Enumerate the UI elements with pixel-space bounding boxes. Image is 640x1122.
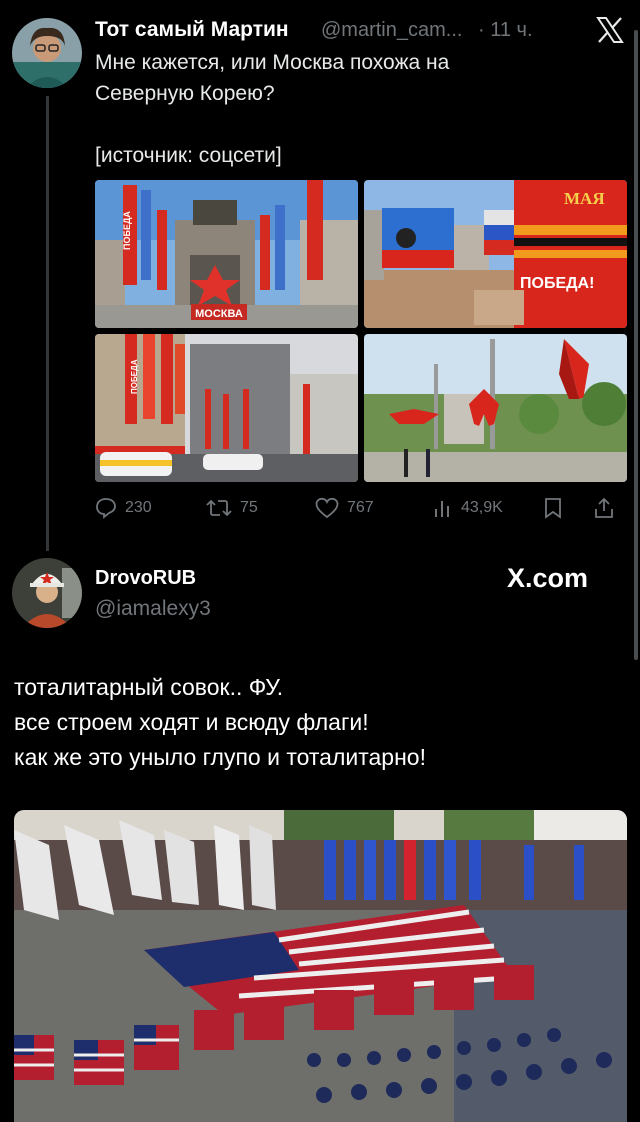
- x-logo-icon: [596, 17, 624, 48]
- author-handle[interactable]: @martin_cam...: [321, 19, 462, 42]
- photo-1-sign-bottom: МОСКВА: [195, 308, 243, 320]
- like-count: 767: [347, 499, 374, 516]
- photo-1-sign-top: ПОБЕДА: [122, 211, 132, 250]
- scrollbar[interactable]: [634, 30, 638, 660]
- post-time[interactable]: · 11 ч.: [478, 19, 533, 42]
- views-count: 43,9K: [461, 499, 503, 516]
- reply-author-handle[interactable]: @iamalexy3: [95, 597, 211, 621]
- share-icon: [595, 497, 613, 518]
- avatar[interactable]: [12, 18, 82, 88]
- photo-4[interactable]: [364, 334, 627, 482]
- retweet-button[interactable]: 75: [206, 497, 315, 519]
- reply-text: тоталитарный совок.. ФУ. все строем ходя…: [14, 674, 426, 770]
- photo-2[interactable]: МАЯ ПОБЕДА!: [364, 180, 627, 328]
- share-button[interactable]: [593, 497, 623, 519]
- photo-1[interactable]: ПОБЕДА МОСКВА: [95, 180, 358, 328]
- reply-icon: [96, 498, 116, 519]
- photo-2-sign-bottom: ПОБЕДА!: [520, 275, 594, 292]
- like-button[interactable]: 767: [315, 497, 433, 519]
- tweet-text: Мне кажется, или Москва похожа на Северн…: [95, 51, 450, 167]
- reply-author-name[interactable]: DrovoRUB: [95, 567, 196, 590]
- retweet-count: 75: [240, 499, 258, 516]
- thread-line: [46, 96, 49, 551]
- parade-photo[interactable]: [14, 810, 627, 1122]
- like-icon: [315, 497, 339, 519]
- views-icon: [435, 501, 449, 517]
- photo-2-sign-top: МАЯ: [564, 189, 605, 208]
- photo-3[interactable]: ПОБЕДА: [95, 334, 358, 482]
- reply-button[interactable]: 230: [95, 497, 206, 519]
- photo-3-sign: ПОБЕДА: [130, 359, 139, 394]
- xcom-brand: X.com: [507, 563, 588, 594]
- author-name[interactable]: Тот самый Мартин: [95, 18, 289, 42]
- retweet-icon: [206, 499, 232, 517]
- bookmark-icon: [545, 498, 561, 519]
- bookmark-button[interactable]: [543, 497, 593, 519]
- xcom-brand-text: X.com: [507, 563, 589, 593]
- reply-avatar[interactable]: [12, 558, 82, 628]
- action-bar: 230 75 767 43,9K: [95, 493, 630, 523]
- views-button[interactable]: 43,9K: [433, 497, 543, 519]
- reply-count: 230: [125, 499, 152, 516]
